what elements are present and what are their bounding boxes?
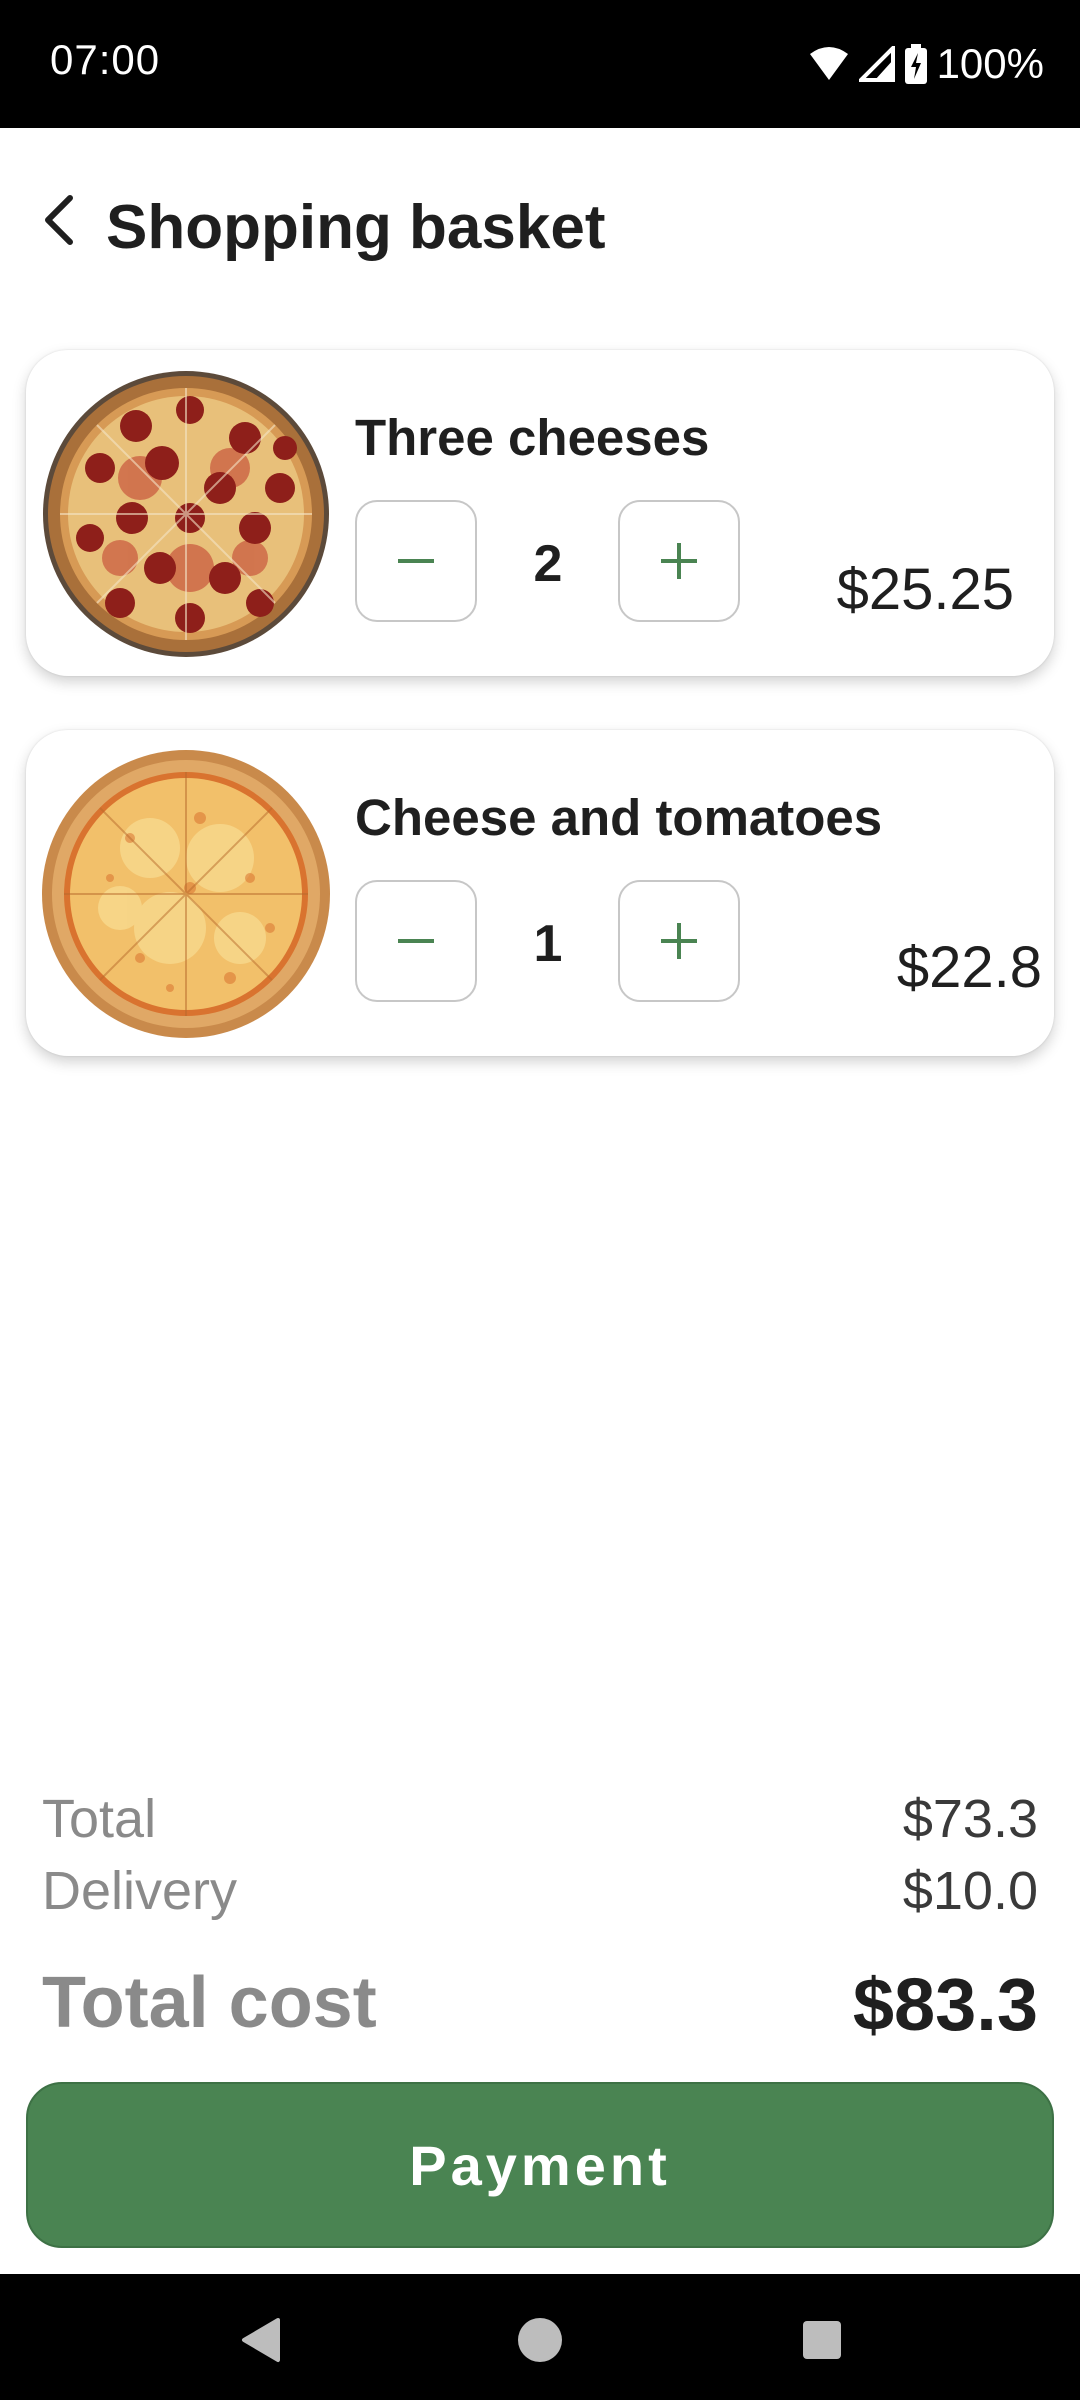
total-cost-label: Total cost: [42, 1963, 377, 2043]
app-header: Shopping basket: [0, 128, 1080, 328]
battery-percent: 100%: [936, 40, 1044, 87]
minus-icon: [398, 939, 434, 943]
back-triangle-icon: [242, 2318, 280, 2362]
nav-back-button[interactable]: [232, 2312, 288, 2368]
delivery-label: Delivery: [42, 1861, 238, 1921]
basket-item-card: Cheese and tomatoes 1 $22.8: [26, 730, 1054, 1056]
status-time: 07:00: [50, 36, 161, 83]
page-title: Shopping basket: [106, 193, 606, 262]
status-bar: 07:00 100%: [0, 0, 1080, 128]
basket-item-card: Three cheeses 2 $25.25: [26, 350, 1054, 676]
summary-total-row: Total $73.3: [42, 1788, 1038, 1850]
quantity-value: 1: [533, 915, 563, 973]
nav-recents-button[interactable]: [794, 2312, 850, 2368]
delivery-value: $10.0: [902, 1861, 1038, 1921]
chevron-left-icon: [45, 195, 73, 245]
quantity-value: 2: [533, 535, 563, 593]
wifi-icon: [809, 46, 849, 82]
recents-square-icon: [803, 2321, 841, 2359]
pepperoni-pizza-image: [40, 368, 332, 660]
decrease-quantity-button[interactable]: [355, 500, 477, 622]
decrease-quantity-button[interactable]: [355, 880, 477, 1002]
summary-delivery-row: Delivery $10.0: [42, 1860, 1038, 1922]
plus-icon: [661, 543, 697, 579]
plus-icon: [661, 923, 697, 959]
total-cost-value: $83.3: [852, 1963, 1038, 2046]
battery-charging-icon: [904, 44, 927, 84]
summary-total-cost-row: Total cost $83.3: [42, 1962, 1038, 2047]
item-price: $25.25: [836, 557, 1014, 622]
increase-quantity-button[interactable]: [618, 880, 740, 1002]
system-nav-bar: [0, 2274, 1080, 2400]
item-name: Three cheeses: [355, 409, 710, 466]
item-name: Cheese and tomatoes: [355, 789, 883, 846]
total-label: Total: [42, 1789, 157, 1849]
cheese-pizza-image: [40, 748, 332, 1040]
payment-button[interactable]: Payment: [26, 2082, 1054, 2248]
minus-icon: [398, 559, 434, 563]
nav-home-button[interactable]: [512, 2312, 568, 2368]
back-button[interactable]: [28, 188, 92, 252]
item-price: $22.8: [896, 935, 1042, 1000]
increase-quantity-button[interactable]: [618, 500, 740, 622]
status-icons: 100%: [809, 34, 1044, 94]
total-value: $73.3: [902, 1789, 1038, 1849]
home-circle-icon: [518, 2318, 562, 2362]
signal-icon: [858, 46, 895, 82]
